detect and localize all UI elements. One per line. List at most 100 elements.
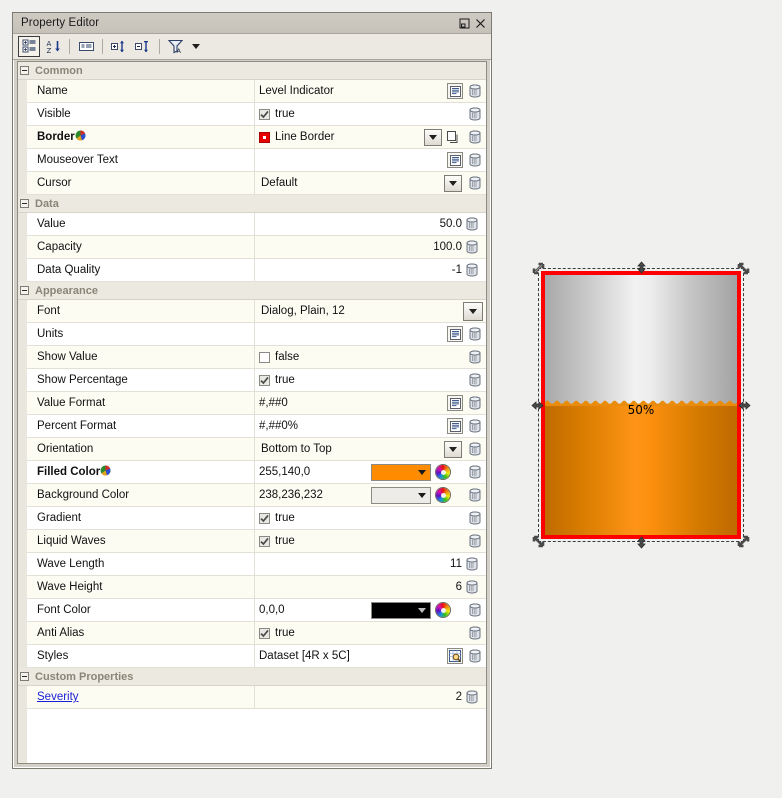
- property-value-filled-color[interactable]: 255,140,0: [255, 461, 486, 483]
- resize-handle-se[interactable]: [737, 535, 750, 548]
- property-row[interactable]: OrientationBottom to Top: [27, 438, 486, 461]
- property-row[interactable]: Gradienttrue: [27, 507, 486, 530]
- text-edit-icon[interactable]: [447, 395, 463, 411]
- checkbox[interactable]: [259, 536, 270, 547]
- checkbox[interactable]: [259, 628, 270, 639]
- property-row[interactable]: NameLevel Indicator: [27, 80, 486, 103]
- property-value-units[interactable]: [255, 323, 486, 345]
- resize-handle-w[interactable]: [531, 399, 544, 412]
- property-row[interactable]: Value50.0: [27, 213, 486, 236]
- restore-icon[interactable]: [456, 15, 472, 31]
- resize-handle-s[interactable]: [635, 536, 648, 549]
- checkbox[interactable]: [259, 352, 270, 363]
- property-row[interactable]: Anti Aliastrue: [27, 622, 486, 645]
- property-row[interactable]: Wave Length11: [27, 553, 486, 576]
- text-edit-icon[interactable]: [447, 326, 463, 342]
- binding-icon[interactable]: [467, 326, 483, 342]
- binding-icon[interactable]: [467, 175, 483, 191]
- property-row[interactable]: Border Line Border: [27, 126, 486, 149]
- dropdown-button[interactable]: [424, 129, 442, 146]
- property-row[interactable]: Filled Color 255,140,0: [27, 461, 486, 484]
- binding-icon[interactable]: [467, 487, 483, 503]
- color-picker-icon[interactable]: [436, 603, 450, 617]
- binding-icon[interactable]: [467, 152, 483, 168]
- binding-icon[interactable]: [467, 602, 483, 618]
- property-category-common[interactable]: Common: [18, 62, 486, 80]
- binding-icon[interactable]: [467, 533, 483, 549]
- dropdown-button[interactable]: [444, 175, 462, 192]
- property-value-percent-format[interactable]: #,##0%: [255, 415, 486, 437]
- property-value-gradient[interactable]: true: [255, 507, 486, 529]
- property-row[interactable]: Liquid Wavestrue: [27, 530, 486, 553]
- binding-icon[interactable]: [467, 625, 483, 641]
- property-value-liquid-waves[interactable]: true: [255, 530, 486, 552]
- color-swatch-button[interactable]: [371, 602, 431, 619]
- resize-handle-ne[interactable]: [737, 262, 750, 275]
- collapse-toggle-icon[interactable]: [20, 66, 29, 75]
- resize-handle-e[interactable]: [738, 399, 751, 412]
- resize-handle-sw[interactable]: [532, 535, 545, 548]
- binding-icon[interactable]: [467, 349, 483, 365]
- property-value-severity[interactable]: 2: [255, 686, 486, 708]
- binding-icon[interactable]: [467, 395, 483, 411]
- property-value-show-percentage[interactable]: true: [255, 369, 486, 391]
- property-value-capacity[interactable]: 100.0: [255, 236, 486, 258]
- binding-icon[interactable]: [467, 510, 483, 526]
- property-value-mouseover-text[interactable]: [255, 149, 486, 171]
- text-edit-icon[interactable]: [447, 83, 463, 99]
- property-value-font-color[interactable]: 0,0,0: [255, 599, 486, 621]
- dropdown-button[interactable]: [444, 441, 462, 458]
- property-value-orientation[interactable]: Bottom to Top: [255, 438, 486, 460]
- property-value-value-format[interactable]: #,##0: [255, 392, 486, 414]
- property-value-name[interactable]: Level Indicator: [255, 80, 486, 102]
- property-value-value[interactable]: 50.0: [255, 213, 486, 235]
- property-row[interactable]: Percent Format#,##0%: [27, 415, 486, 438]
- level-indicator-component[interactable]: 50%: [541, 271, 741, 539]
- property-row[interactable]: Mouseover Text: [27, 149, 486, 172]
- property-row[interactable]: Visibletrue: [27, 103, 486, 126]
- property-category-custom-properties[interactable]: Custom Properties: [18, 668, 486, 686]
- toolbar-overflow-button[interactable]: [189, 36, 203, 57]
- binding-icon[interactable]: [467, 106, 483, 122]
- window-titlebar[interactable]: Property Editor: [13, 13, 491, 34]
- property-row[interactable]: StylesDataset [4R x 5C]: [27, 645, 486, 668]
- property-row[interactable]: Font Color0,0,0: [27, 599, 486, 622]
- collapse-toggle-icon[interactable]: [20, 286, 29, 295]
- resize-handle-nw[interactable]: [532, 262, 545, 275]
- binding-icon[interactable]: [467, 441, 483, 457]
- collapse-toggle-icon[interactable]: [20, 672, 29, 681]
- binding-icon[interactable]: [467, 464, 483, 480]
- checkbox[interactable]: [259, 109, 270, 120]
- binding-icon[interactable]: [464, 216, 480, 232]
- binding-icon[interactable]: [467, 372, 483, 388]
- expand-all-button[interactable]: [108, 36, 130, 57]
- filter-icon[interactable]: A: [165, 36, 187, 57]
- alphabetical-sort-button[interactable]: A Z: [42, 36, 64, 57]
- resize-handle-n[interactable]: [635, 261, 648, 274]
- property-value-wave-height[interactable]: 6: [255, 576, 486, 598]
- dropdown-button[interactable]: [463, 302, 483, 321]
- binding-icon[interactable]: [464, 689, 480, 705]
- dataset-inspect-icon[interactable]: [447, 648, 463, 664]
- binding-icon[interactable]: [467, 418, 483, 434]
- binding-icon[interactable]: [464, 556, 480, 572]
- property-row[interactable]: CursorDefault: [27, 172, 486, 195]
- property-value-border[interactable]: Line Border: [255, 126, 486, 148]
- description-pane-button[interactable]: [75, 36, 97, 57]
- binding-icon[interactable]: [467, 129, 483, 145]
- property-value-show-value[interactable]: false: [255, 346, 486, 368]
- property-value-wave-length[interactable]: 11: [255, 553, 486, 575]
- property-row[interactable]: Units: [27, 323, 486, 346]
- property-row[interactable]: FontDialog, Plain, 12: [27, 300, 486, 323]
- property-value-cursor[interactable]: Default: [255, 172, 486, 194]
- property-value-data-quality[interactable]: -1: [255, 259, 486, 281]
- property-category-data[interactable]: Data: [18, 195, 486, 213]
- checkbox[interactable]: [259, 513, 270, 524]
- property-value-background-color[interactable]: 238,236,232: [255, 484, 486, 506]
- property-row[interactable]: Show Valuefalse: [27, 346, 486, 369]
- property-row[interactable]: Wave Height6: [27, 576, 486, 599]
- property-value-visible[interactable]: true: [255, 103, 486, 125]
- property-row[interactable]: Capacity100.0: [27, 236, 486, 259]
- categorized-view-button[interactable]: [18, 36, 40, 57]
- text-edit-icon[interactable]: [447, 152, 463, 168]
